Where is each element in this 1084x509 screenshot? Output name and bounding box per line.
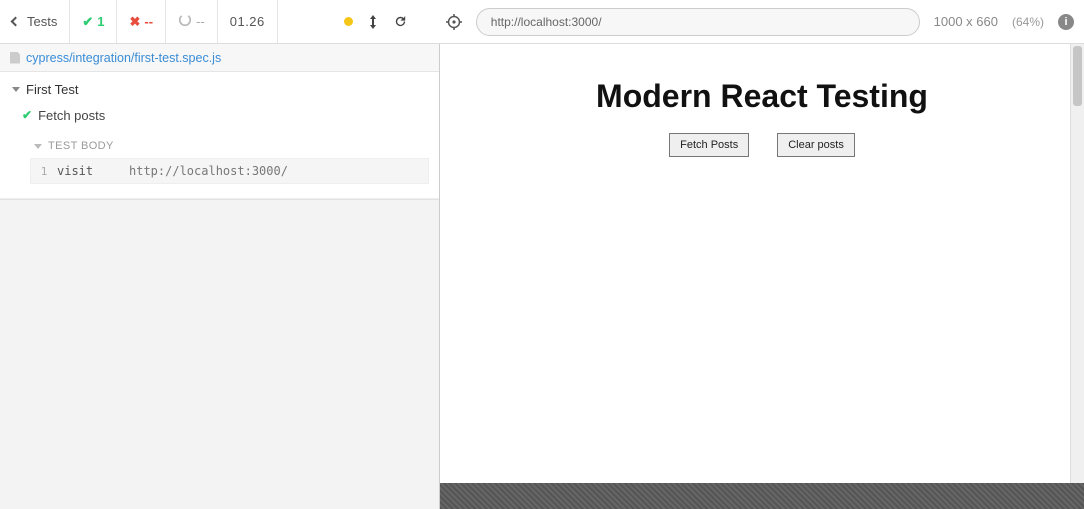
- test-title: Fetch posts: [38, 108, 105, 123]
- info-icon[interactable]: i: [1058, 14, 1074, 30]
- fetch-posts-button[interactable]: Fetch Posts: [669, 133, 749, 157]
- command-name: visit: [57, 164, 129, 178]
- command-message: http://localhost:3000/: [129, 164, 288, 178]
- back-to-tests-button[interactable]: Tests: [0, 0, 70, 43]
- resize-handle[interactable]: [440, 483, 1084, 509]
- runner-toolbar: Tests ✔ 1 ✖ -- -- 01.26 http://localhost…: [0, 0, 1084, 44]
- url-zone: http://localhost:3000/ 1000 x 660 (64%) …: [426, 0, 1084, 43]
- file-icon: [10, 52, 20, 64]
- aut-pane: Modern React Testing Fetch Posts Clear p…: [440, 44, 1084, 509]
- command-number: 1: [31, 165, 57, 178]
- passed-count-cell[interactable]: ✔ 1: [70, 0, 117, 43]
- selector-playground-button[interactable]: [446, 14, 462, 30]
- test-row[interactable]: ✔ Fetch posts: [0, 102, 439, 128]
- caret-down-icon: [34, 144, 42, 149]
- chevron-left-icon: [11, 17, 21, 27]
- spinner-icon: [178, 13, 192, 30]
- aut-iframe-wrap: Modern React Testing Fetch Posts Clear p…: [440, 44, 1084, 483]
- test-body-toggle[interactable]: TEST BODY: [30, 134, 429, 158]
- viewport-size[interactable]: 1000 x 660: [934, 14, 998, 29]
- suite-title: First Test: [26, 82, 79, 97]
- zoom-percent: (64%): [1012, 15, 1044, 29]
- pending-count: --: [196, 14, 205, 29]
- clear-posts-button[interactable]: Clear posts: [777, 133, 855, 157]
- test-body-section: TEST BODY 1 visit http://localhost:3000/: [0, 128, 439, 194]
- url-input[interactable]: http://localhost:3000/: [476, 8, 920, 36]
- app-root: Modern React Testing Fetch Posts Clear p…: [440, 44, 1084, 181]
- caret-down-icon: [12, 87, 20, 92]
- command-row[interactable]: 1 visit http://localhost:3000/: [30, 158, 429, 184]
- test-list: First Test ✔ Fetch posts TEST BODY 1 vis…: [0, 72, 439, 199]
- button-row: Fetch Posts Clear posts: [456, 133, 1068, 157]
- body-header-label: TEST BODY: [48, 140, 114, 152]
- passed-count: 1: [97, 14, 104, 29]
- status-dot-icon: [344, 17, 353, 26]
- main-split: cypress/integration/first-test.spec.js F…: [0, 44, 1084, 509]
- spec-file-link[interactable]: cypress/integration/first-test.spec.js: [26, 51, 221, 65]
- scrollbar-thumb[interactable]: [1073, 46, 1082, 106]
- reload-button[interactable]: [393, 14, 408, 29]
- controls-cell: [278, 0, 426, 43]
- auto-scroll-toggle[interactable]: [367, 15, 379, 29]
- x-icon: ✖: [129, 14, 140, 30]
- duration-cell: 01.26: [218, 0, 278, 43]
- url-text: http://localhost:3000/: [491, 15, 602, 29]
- app-heading: Modern React Testing: [456, 78, 1068, 115]
- check-icon: ✔: [22, 108, 32, 122]
- vertical-scrollbar[interactable]: [1070, 44, 1084, 483]
- spec-file-bar: cypress/integration/first-test.spec.js: [0, 44, 439, 72]
- check-icon: ✔: [82, 14, 93, 30]
- suite-row[interactable]: First Test: [0, 76, 439, 102]
- back-label: Tests: [27, 14, 57, 29]
- failed-count: --: [144, 14, 153, 29]
- failed-count-cell[interactable]: ✖ --: [117, 0, 166, 43]
- duration-text: 01.26: [230, 14, 265, 29]
- reporter-pane: cypress/integration/first-test.spec.js F…: [0, 44, 440, 509]
- pending-count-cell[interactable]: --: [166, 0, 218, 43]
- aut-viewport[interactable]: Modern React Testing Fetch Posts Clear p…: [440, 44, 1084, 483]
- reporter-empty-area: [0, 199, 439, 509]
